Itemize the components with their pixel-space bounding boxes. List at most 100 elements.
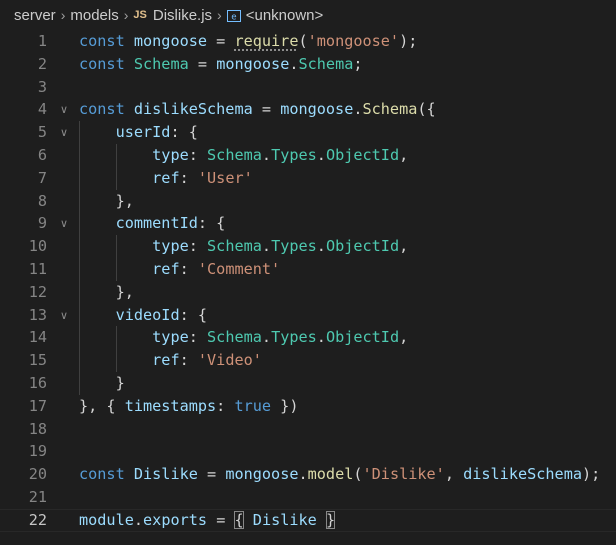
code-line[interactable]: 17}, { timestamps: true }) (0, 395, 616, 418)
code-line[interactable]: 8 }, (0, 190, 616, 213)
code-text: videoId: { (79, 304, 207, 327)
code-token: Schema (133, 54, 189, 73)
code-text: }, { timestamps: true }) (79, 395, 298, 418)
chevron-right-icon: › (217, 7, 222, 23)
code-token: . (261, 237, 272, 256)
code-token: . (133, 510, 144, 529)
code-token: type (152, 146, 189, 164)
fold-chevron-icon[interactable]: ∨ (60, 98, 68, 121)
code-token: } (79, 374, 125, 392)
fold-chevron-icon[interactable]: ∨ (60, 304, 68, 327)
code-text: } (79, 372, 125, 395)
code-text: commentId: { (79, 212, 226, 235)
code-token: ObjectId (325, 146, 400, 164)
code-token: . (353, 100, 363, 119)
breadcrumb-folder-server[interactable]: server (14, 7, 56, 24)
code-token: }) (271, 396, 299, 415)
code-line[interactable]: 11 ref: 'Comment' (0, 258, 616, 281)
indent-guide (115, 144, 117, 190)
fold-chevron-icon[interactable]: ∨ (60, 121, 68, 144)
code-token: } (325, 510, 336, 529)
code-token: model (307, 465, 354, 484)
code-token: type (152, 328, 189, 347)
code-text: type: Schema.Types.ObjectId, (79, 144, 408, 167)
code-line[interactable]: 2 const Schema = mongoose.Schema; (0, 53, 616, 76)
line-number: 8 (37, 191, 47, 210)
code-token: ObjectId (325, 237, 400, 256)
code-line[interactable]: 6 type: Schema.Types.ObjectId, (0, 144, 616, 167)
code-line[interactable]: 14 type: Schema.Types.ObjectId, (0, 326, 616, 349)
svg-text:e: e (231, 13, 236, 23)
line-number: 11 (28, 260, 47, 278)
line-number: 13 (28, 305, 47, 324)
code-token: Schema (298, 54, 354, 73)
code-line[interactable]: 3 (0, 76, 616, 99)
chevron-right-icon: › (60, 7, 66, 23)
code-token: : { (170, 123, 198, 142)
code-line[interactable]: 15 ref: 'Video' (0, 349, 616, 372)
breadcrumb-file[interactable]: Dislike.js (153, 7, 212, 24)
code-text: }, (79, 190, 134, 213)
code-token: 'Dislike' (362, 465, 445, 484)
code-token: , (444, 465, 464, 484)
code-token: Types (271, 328, 317, 347)
code-line[interactable]: 20 const Dislike = mongoose.model('Dislik… (0, 463, 616, 486)
code-line[interactable]: 10 type: Schema.Types.ObjectId, (0, 235, 616, 258)
line-number: 2 (37, 54, 47, 73)
line-number: 12 (28, 282, 47, 301)
code-token: Schema (362, 100, 418, 119)
code-token: . (298, 465, 308, 484)
code-token: mongoose (133, 32, 208, 50)
code-token: videoId (115, 305, 180, 324)
code-token: 'User' (197, 168, 253, 187)
code-token: = (207, 32, 235, 50)
code-token: : { (197, 214, 226, 233)
code-line[interactable]: 16 } (0, 372, 616, 395)
code-token: 'Video' (197, 351, 262, 370)
breadcrumb-folder-models[interactable]: models (70, 7, 118, 24)
breadcrumb-symbol[interactable]: <unknown> (246, 7, 324, 24)
code-token: dislikeSchema (133, 100, 253, 119)
code-token: { (234, 510, 244, 529)
code-line[interactable]: 5 ∨ userId: { (0, 121, 616, 144)
code-line[interactable]: 22 module.exports = { Dislike } (0, 508, 616, 532)
code-token: : (216, 396, 235, 415)
line-number: 16 (28, 374, 47, 392)
code-token: exports (143, 510, 208, 529)
javascript-file-icon: JS (133, 9, 147, 21)
code-line[interactable]: 13 ∨ videoId: { (0, 304, 616, 327)
line-number: 20 (28, 465, 47, 484)
code-token: . (289, 54, 299, 73)
code-line[interactable]: 21 (0, 486, 616, 509)
code-token: mongoose (225, 465, 299, 484)
code-line[interactable]: 4 ∨ const dislikeSchema = mongoose.Schema(… (0, 98, 616, 121)
code-line[interactable]: 12 }, (0, 281, 616, 304)
line-number: 15 (28, 351, 47, 370)
line-number: 22 (28, 510, 47, 529)
code-token: , (399, 328, 409, 347)
code-line[interactable]: 1 const mongoose = require('mongoose'); (0, 30, 616, 53)
code-editor[interactable]: 1 const mongoose = require('mongoose'); 2 c… (0, 30, 616, 545)
code-token: module (79, 510, 134, 529)
code-line[interactable]: 9 ∨ commentId: { (0, 212, 616, 235)
code-line[interactable]: 7 ref: 'User' (0, 167, 616, 190)
code-text: userId: { (79, 121, 198, 144)
code-line[interactable]: 19 (0, 440, 616, 463)
code-token: = (207, 510, 235, 529)
code-token: = (188, 54, 217, 73)
code-token: const (79, 100, 125, 119)
code-token: . (316, 237, 326, 256)
code-line[interactable]: 18 (0, 418, 616, 441)
code-text: const dislikeSchema = mongoose.Schema({ (79, 98, 436, 121)
code-token: }, (79, 191, 134, 210)
code-token: , (399, 237, 409, 256)
line-number: 7 (37, 168, 47, 187)
code-text: module.exports = { Dislike } (79, 510, 336, 531)
fold-chevron-icon[interactable]: ∨ (60, 212, 68, 235)
